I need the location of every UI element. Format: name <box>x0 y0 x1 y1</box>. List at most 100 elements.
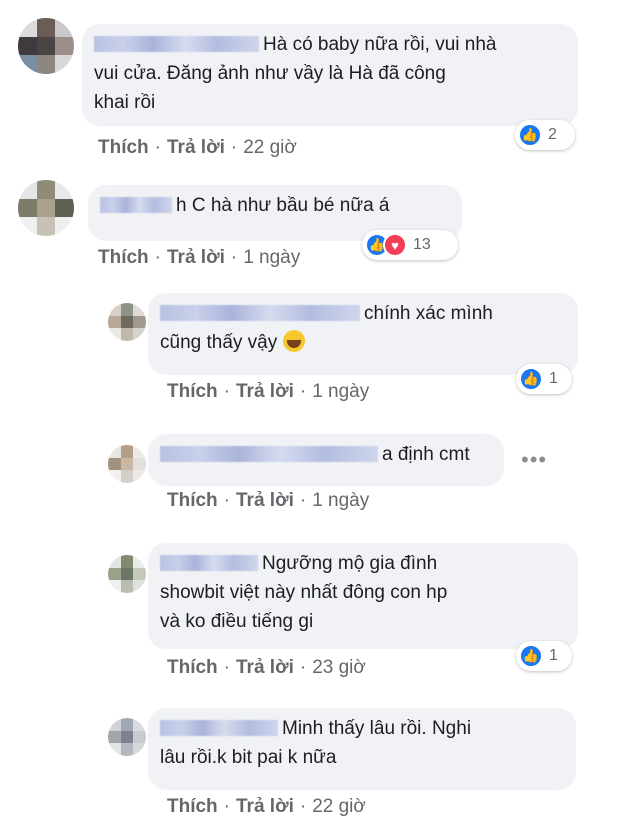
avatar-pixel <box>108 555 121 568</box>
love-reaction-icon: ♥ <box>383 233 407 257</box>
avatar-pixel <box>55 18 74 37</box>
reaction-count: 1 <box>549 370 558 387</box>
like-button[interactable]: Thích <box>167 796 218 817</box>
avatar-pixel <box>55 198 74 218</box>
comment-actions: Thích · Trả lời · 1 ngày <box>167 381 369 403</box>
comment-actions: Thích · Trả lời · 22 giờ <box>98 137 297 159</box>
avatar-pixel <box>133 580 146 593</box>
comment-text: Hà có baby nữa rồi, vui nhà <box>263 34 497 55</box>
reply-button[interactable]: Trả lời <box>167 247 225 268</box>
avatar-pixel <box>36 55 56 74</box>
avatar-pixel <box>18 198 37 218</box>
avatar[interactable] <box>108 555 146 593</box>
avatar-pixel <box>36 198 56 218</box>
avatar[interactable] <box>108 718 146 756</box>
separator: · <box>223 796 230 817</box>
reply-button[interactable]: Trả lời <box>236 657 294 678</box>
avatar-pixel <box>133 303 146 316</box>
avatar-pixel <box>120 445 134 458</box>
avatar-pixel <box>36 180 56 199</box>
reaction-count: 13 <box>413 236 431 253</box>
avatar-pixel <box>18 36 37 56</box>
avatar-pixel <box>120 730 134 744</box>
avatar[interactable] <box>108 303 146 341</box>
avatar-pixel <box>108 328 121 341</box>
like-reaction-icon: 👍 <box>518 123 542 147</box>
avatar-pixel <box>108 567 121 581</box>
comment-text: h C hà như bầu bé nữa á <box>176 195 390 216</box>
avatar-pixel <box>120 580 134 593</box>
timestamp[interactable]: 22 giờ <box>243 137 297 158</box>
avatar-pixel <box>120 470 134 483</box>
comment-text: chính xác mình <box>364 303 493 324</box>
avatar-pixel <box>36 217 56 236</box>
separator: · <box>223 490 230 511</box>
comment-text: lâu rồi.k bit pai k nữa <box>160 747 337 768</box>
comment-text: khai rồi <box>94 92 156 113</box>
avatar-pixel <box>108 445 121 458</box>
avatar-pixel <box>133 743 146 756</box>
comment-bubble: Hà có baby nữa rồi, vui nhà vui cửa. Đăn… <box>82 24 578 126</box>
avatar-pixel <box>108 303 121 316</box>
reply-bubble: chính xác mình cũng thấy vậy <box>148 293 578 375</box>
avatar-pixel <box>55 36 74 56</box>
reply-button[interactable]: Trả lời <box>167 137 225 158</box>
timestamp[interactable]: 23 giờ <box>312 657 366 678</box>
laughing-emoji-icon <box>282 330 305 352</box>
avatar-pixel <box>18 55 37 74</box>
avatar-pixel <box>108 743 121 756</box>
avatar[interactable] <box>18 180 74 236</box>
like-button[interactable]: Thích <box>167 490 218 511</box>
avatar-pixel <box>108 315 121 329</box>
reply-bubble: Ngưỡng mộ gia đình showbit việt này nhất… <box>148 543 578 649</box>
comment-text: và ko điều tiếng gi <box>160 611 314 632</box>
timestamp[interactable]: 1 ngày <box>243 247 300 268</box>
commenter-name[interactable] <box>160 720 278 736</box>
like-button[interactable]: Thích <box>98 137 149 158</box>
timestamp[interactable]: 1 ngày <box>312 490 369 511</box>
timestamp[interactable]: 22 giờ <box>312 796 366 817</box>
commenter-name[interactable] <box>100 197 172 213</box>
separator: · <box>299 657 307 678</box>
reply-bubble: Minh thấy lâu rồi. Nghi lâu rồi.k bit pa… <box>148 708 576 790</box>
avatar-pixel <box>133 555 146 568</box>
comment-text: showbit việt này nhất đông con hp <box>160 582 448 603</box>
avatar[interactable] <box>108 445 146 483</box>
reaction-summary[interactable]: 👍 ♥ 13 <box>362 230 458 260</box>
like-button[interactable]: Thích <box>98 247 149 268</box>
reaction-summary[interactable]: 👍 1 <box>516 364 572 394</box>
avatar-pixel <box>55 55 74 74</box>
commenter-name[interactable] <box>94 36 259 52</box>
reply-button[interactable]: Trả lời <box>236 796 294 817</box>
separator: · <box>299 490 307 511</box>
avatar-pixel <box>133 328 146 341</box>
avatar-pixel <box>120 328 134 341</box>
reaction-summary[interactable]: 👍 2 <box>515 120 575 150</box>
separator: · <box>223 381 230 402</box>
separator: · <box>154 247 161 268</box>
reaction-summary[interactable]: 👍 1 <box>516 641 572 671</box>
avatar-pixel <box>36 36 56 56</box>
like-button[interactable]: Thích <box>167 381 218 402</box>
timestamp[interactable]: 1 ngày <box>312 381 369 402</box>
comment-text: Minh thấy lâu rồi. Nghi <box>282 718 472 739</box>
commenter-name[interactable] <box>160 446 378 462</box>
commenter-name[interactable] <box>160 555 258 571</box>
separator: · <box>299 381 307 402</box>
comment-actions: Thích · Trả lời · 22 giờ <box>167 796 366 818</box>
reply-button[interactable]: Trả lời <box>236 381 294 402</box>
comment-text: cũng thấy vậy <box>160 332 278 353</box>
reply-button[interactable]: Trả lời <box>236 490 294 511</box>
avatar-pixel <box>133 567 146 581</box>
more-options-icon[interactable]: ••• <box>521 447 547 473</box>
avatar-pixel <box>133 730 146 744</box>
avatar-pixel <box>108 718 121 731</box>
avatar[interactable] <box>18 18 74 74</box>
commenter-name[interactable] <box>160 305 360 321</box>
avatar-pixel <box>18 180 37 199</box>
avatar-pixel <box>133 718 146 731</box>
comment-actions: Thích · Trả lời · 1 ngày <box>98 247 300 269</box>
like-button[interactable]: Thích <box>167 657 218 678</box>
like-reaction-icon: 👍 <box>519 367 543 391</box>
avatar-pixel <box>108 457 121 471</box>
